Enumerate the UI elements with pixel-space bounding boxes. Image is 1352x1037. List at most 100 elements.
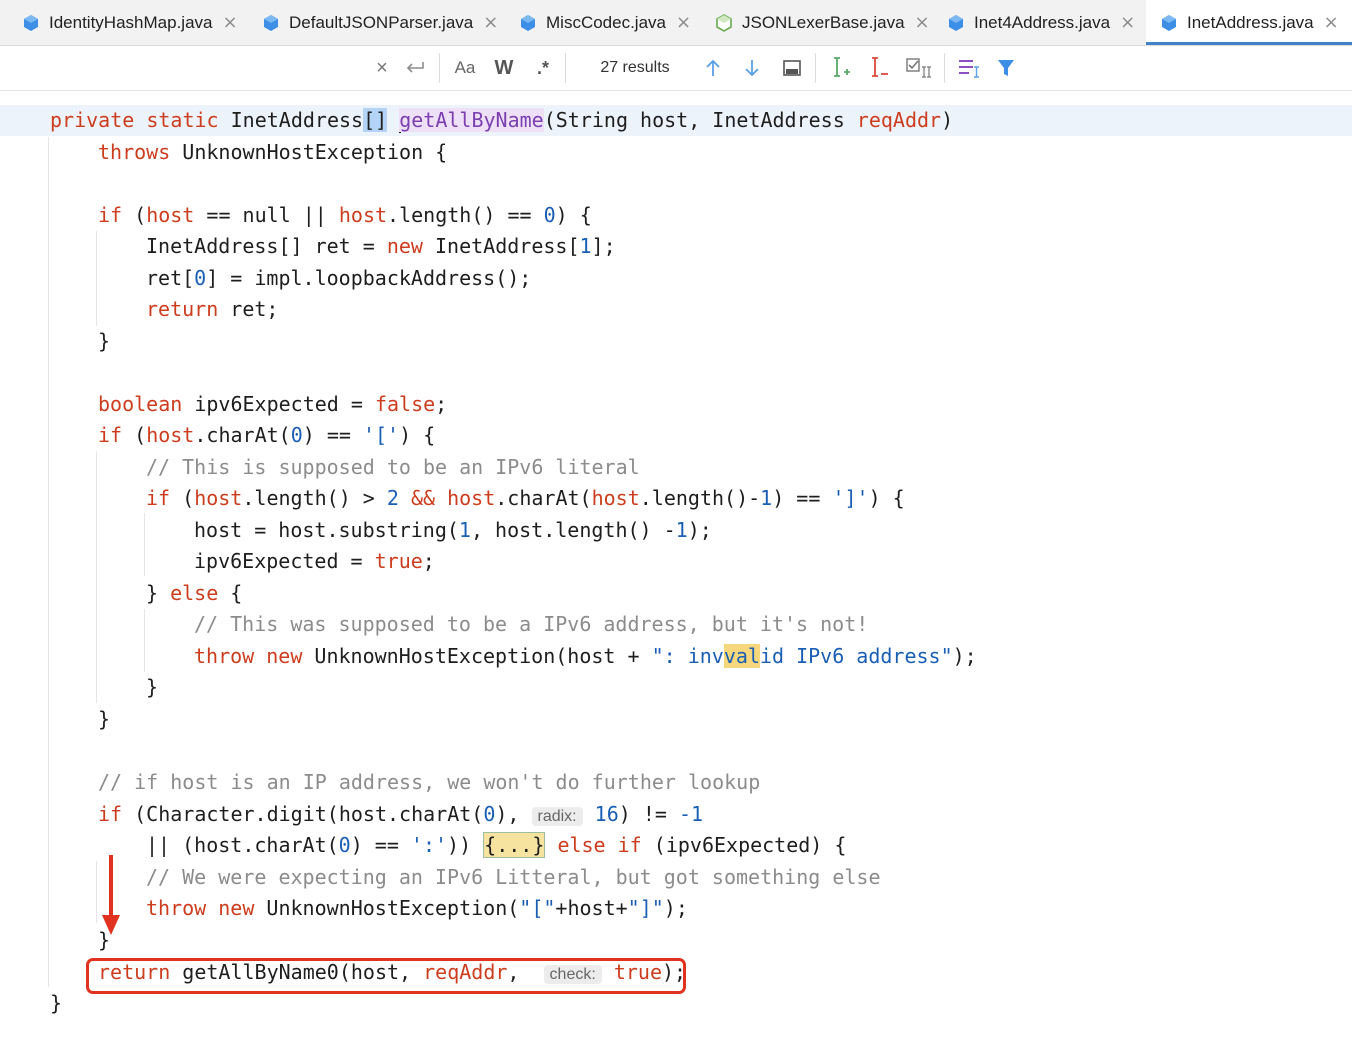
- code-line[interactable]: return ret;: [146, 294, 278, 325]
- arrow-down-icon[interactable]: [741, 46, 763, 90]
- tab-inetaddress[interactable]: InetAddress.java ×: [1146, 0, 1352, 45]
- code-keyword: else: [170, 581, 219, 605]
- code-keyword: throw new: [194, 644, 303, 668]
- code-text: (: [122, 423, 147, 447]
- code-line[interactable]: throw new UnknownHostException("["+host+…: [146, 893, 688, 924]
- code-number: -1: [678, 802, 704, 826]
- code-comment: // This was supposed to be a IPv6 addres…: [194, 612, 869, 636]
- new-line-icon[interactable]: [402, 46, 428, 90]
- code-line[interactable]: }: [50, 988, 62, 1019]
- code-string: '[': [362, 423, 400, 447]
- arrow-up-icon[interactable]: [702, 46, 724, 90]
- code-text: ipv6Expected =: [182, 392, 375, 416]
- code-number: 0: [290, 423, 303, 447]
- code-number: 1: [760, 486, 773, 510]
- code-text: ret;: [218, 297, 279, 321]
- tab-inet4address[interactable]: Inet4Address.java ×: [947, 0, 1135, 45]
- code-parameter: host: [146, 423, 195, 447]
- code-line[interactable]: private static InetAddress[] getAllByNam…: [0, 105, 1352, 136]
- code-text: .charAt(: [194, 423, 291, 447]
- code-keyword: if: [98, 203, 123, 227]
- code-text: UnknownHostException(: [254, 896, 520, 920]
- code-line[interactable]: }: [98, 704, 110, 735]
- code-line[interactable]: ipv6Expected = true;: [194, 546, 435, 577]
- code-line[interactable]: InetAddress[] ret = new InetAddress[1];: [146, 231, 616, 262]
- code-text: ) ==: [350, 833, 411, 857]
- select-all-occurrences-icon[interactable]: [904, 46, 934, 90]
- annotation-highlight-box: [86, 958, 686, 994]
- code-line[interactable]: // if host is an IP address, we won't do…: [98, 767, 760, 798]
- code-parameter: host: [146, 203, 195, 227]
- code-keyword: if: [98, 802, 123, 826]
- code-keyword: true: [374, 549, 423, 573]
- java-class-icon: [262, 14, 280, 32]
- tab-identityhashmap[interactable]: IdentityHashMap.java ×: [22, 0, 238, 45]
- folded-code-block[interactable]: {...}: [483, 832, 546, 858]
- find-toolbar: × Aa W .* 27 results: [0, 46, 1352, 91]
- tab-jsonlexerbase[interactable]: JSONLexerBase.java ×: [715, 0, 930, 45]
- tab-defaultjsonparser[interactable]: DefaultJSONParser.java ×: [262, 0, 498, 45]
- close-icon[interactable]: ×: [1324, 12, 1339, 33]
- filter-search-results-icon[interactable]: [956, 46, 982, 90]
- close-icon[interactable]: ×: [483, 12, 498, 33]
- code-text: ) {: [555, 203, 592, 227]
- code-line[interactable]: if (Character.digit(host.charAt(0), radi…: [98, 799, 703, 830]
- code-line[interactable]: throw new UnknownHostException(host + ":…: [194, 641, 977, 672]
- words-button[interactable]: W: [490, 46, 518, 90]
- code-line[interactable]: ret[0] = impl.loopbackAddress();: [146, 263, 531, 294]
- code-line[interactable]: throws UnknownHostException {: [98, 137, 447, 168]
- code-text: ): [941, 108, 954, 132]
- code-line[interactable]: host = host.substring(1, host.length() -…: [194, 515, 712, 546]
- code-text: )): [447, 833, 484, 857]
- code-line[interactable]: }: [98, 326, 110, 357]
- open-in-window-icon[interactable]: [780, 46, 804, 90]
- filter-icon[interactable]: [994, 46, 1018, 90]
- code-comment: // We were expecting an IPv6 Litteral, b…: [146, 865, 881, 889]
- results-count: 27 results: [600, 59, 670, 76]
- code-keyword: false: [374, 392, 436, 416]
- close-icon[interactable]: ×: [1120, 12, 1135, 33]
- code-line[interactable]: if (host == null || host.length() == 0) …: [98, 200, 592, 231]
- code-text: ret[: [146, 266, 195, 290]
- match-case-button[interactable]: Aa: [450, 46, 480, 90]
- close-icon[interactable]: ×: [222, 12, 237, 33]
- code-line[interactable]: if (host.charAt(0) == '[') {: [98, 420, 435, 451]
- code-line[interactable]: boolean ipv6Expected = false;: [98, 389, 447, 420]
- code-line[interactable]: }: [146, 672, 158, 703]
- code-operator: &&: [398, 486, 448, 510]
- code-text: == null ||: [194, 203, 339, 227]
- regex-button[interactable]: .*: [530, 46, 556, 90]
- code-parameter: host: [447, 486, 496, 510]
- code-string: ']': [832, 486, 869, 510]
- code-text: );: [687, 518, 712, 542]
- code-text: .length() >: [242, 486, 387, 510]
- code-parameter: host: [591, 486, 640, 510]
- add-occurrence-icon[interactable]: [828, 46, 854, 90]
- code-keyword: return: [146, 297, 219, 321]
- clear-search-icon[interactable]: ×: [372, 46, 392, 90]
- code-number: 0: [483, 802, 496, 826]
- code-line[interactable]: if (host.length() > 2 && host.charAt(hos…: [146, 483, 905, 514]
- java-class-icon: [519, 14, 537, 32]
- code-line[interactable]: // This was supposed to be a IPv6 addres…: [194, 609, 868, 640]
- code-line[interactable]: // This is supposed to be an IPv6 litera…: [146, 452, 640, 483]
- code-number: 0: [194, 266, 207, 290]
- indent-guide: [144, 609, 145, 672]
- search-match-highlight: val: [723, 644, 760, 668]
- code-string: "[": [519, 896, 556, 920]
- remove-occurrence-icon[interactable]: [866, 46, 892, 90]
- code-string: ": inv: [651, 644, 724, 668]
- tab-label: IdentityHashMap.java: [49, 12, 213, 32]
- code-text: );: [663, 896, 688, 920]
- code-editor[interactable]: private static InetAddress[] getAllByNam…: [0, 91, 1352, 1037]
- close-icon[interactable]: ×: [915, 12, 930, 33]
- code-text: (Character.digit(host.charAt(: [122, 802, 484, 826]
- code-line[interactable]: // We were expecting an IPv6 Litteral, b…: [146, 862, 881, 893]
- code-line[interactable]: } else {: [146, 578, 242, 609]
- code-string: id IPv6 address": [759, 644, 953, 668]
- close-icon[interactable]: ×: [676, 12, 691, 33]
- code-text: (: [170, 486, 195, 510]
- code-line[interactable]: || (host.charAt(0) == ':')) {...} else i…: [146, 830, 846, 861]
- tab-misccodec[interactable]: MiscCodec.java ×: [519, 0, 691, 45]
